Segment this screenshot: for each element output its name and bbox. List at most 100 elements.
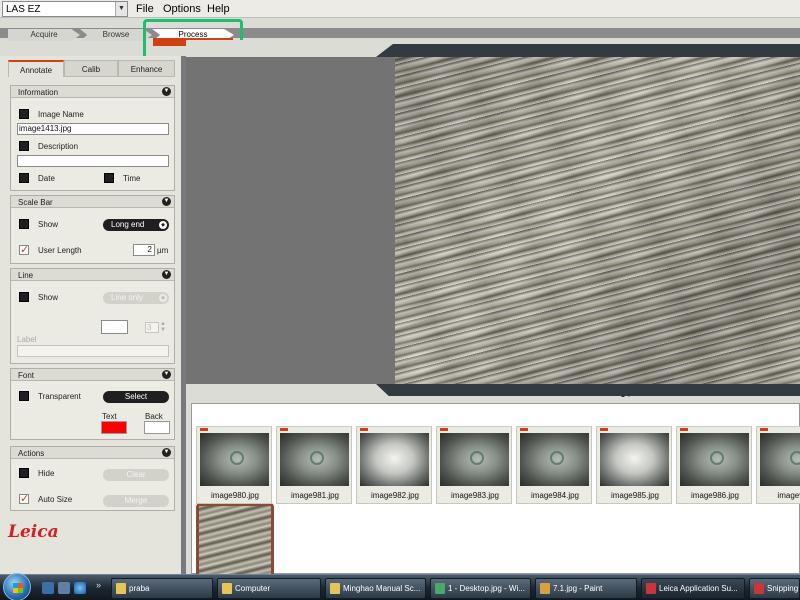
selected-thumbnail[interactable] [196, 503, 274, 575]
specimen-mark [790, 451, 800, 465]
line-width-field[interactable]: 3 [145, 322, 159, 333]
line-color-swatch[interactable] [101, 320, 128, 334]
thumbnail-item[interactable]: image984.jpg [516, 426, 592, 504]
merge-button[interactable]: Merge [103, 495, 169, 507]
image-viewer[interactable] [186, 57, 800, 384]
thumbnail-image[interactable] [280, 433, 349, 486]
select-font-button[interactable]: Select [103, 391, 169, 403]
start-button[interactable] [3, 573, 31, 600]
thumbnail-image[interactable] [360, 433, 429, 486]
line-show-label: Show [38, 293, 59, 302]
photo-viewer-icon [435, 583, 445, 594]
image-name-checkbox[interactable] [19, 109, 29, 119]
menu-file[interactable]: File [136, 3, 154, 15]
thumbnail-strip[interactable]: image980.jpg image981.jpg image982.jpg imag… [191, 403, 800, 575]
tab-annotate[interactable]: Annotate [8, 60, 64, 77]
quick-launch-chevron-icon[interactable]: » [96, 580, 101, 590]
taskbar-button[interactable]: Leica Application Su... [641, 578, 745, 599]
tab-enhance[interactable]: Enhance [118, 60, 175, 77]
back-color-swatch[interactable] [144, 421, 170, 434]
thumbnail-image[interactable] [520, 433, 589, 486]
thumbnail-item[interactable]: image983.jpg [436, 426, 512, 504]
thumbnail-item[interactable]: image986.jpg [676, 426, 752, 504]
date-checkbox[interactable] [19, 173, 29, 183]
taskbar-button[interactable]: Minghao Manual Sc... [325, 578, 426, 599]
taskbar-button[interactable]: 1 - Desktop.jpg - Wi... [430, 578, 531, 599]
thumbnail-image[interactable] [200, 433, 269, 486]
folder-icon [222, 583, 232, 594]
collapse-icon[interactable]: ▼ [162, 270, 171, 279]
font-title: Font [18, 371, 35, 380]
chevron-down-icon[interactable]: ▼ [115, 2, 127, 16]
thumbnail-image[interactable] [680, 433, 749, 486]
taskbar-button[interactable]: Snipping [749, 578, 800, 599]
thumbnail-item[interactable]: image987 [756, 426, 800, 504]
line-show-checkbox[interactable] [19, 292, 29, 302]
thumbnail-item[interactable]: image981.jpg [276, 426, 352, 504]
hide-checkbox[interactable] [19, 468, 29, 478]
actions-header[interactable]: Actions ▼ [11, 447, 174, 459]
scale-bar-header[interactable]: Scale Bar ▼ [11, 196, 174, 208]
information-header[interactable]: Information ▼ [11, 86, 174, 98]
line-label-caption: Label [17, 335, 37, 344]
user-length-label: User Length [38, 246, 82, 255]
thumbnail-item[interactable]: image980.jpg [196, 426, 272, 504]
scale-bar-style-select[interactable]: Long end ◆ [103, 219, 169, 231]
scale-bar-title: Scale Bar [18, 198, 53, 207]
show-desktop-icon[interactable] [42, 582, 54, 594]
line-header[interactable]: Line ▼ [11, 269, 174, 281]
viewer-bottom-bar: ▲▼ [186, 384, 800, 399]
time-label: Time [123, 174, 141, 183]
description-checkbox[interactable] [19, 141, 29, 151]
collapse-icon[interactable]: ▼ [162, 197, 171, 206]
tab-acquire[interactable]: Acquire [8, 29, 80, 41]
hide-label: Hide [38, 469, 55, 478]
taskbar-button[interactable]: Computer [217, 578, 321, 599]
font-section: Font ▼ Transparent Select Text Back [10, 368, 175, 440]
user-length-field[interactable]: 2 [133, 244, 155, 256]
line-width-stepper[interactable]: ▲ ▼ [160, 321, 166, 333]
tab-calib[interactable]: Calib [64, 60, 118, 77]
internet-explorer-icon[interactable] [74, 582, 86, 594]
text-color-swatch[interactable] [101, 421, 127, 434]
left-panel: Annotate Calib Enhance Information ▼ Ima… [0, 56, 181, 574]
taskbar-button[interactable]: 7.1.jpg - Paint [535, 578, 637, 599]
font-header[interactable]: Font ▼ [11, 369, 174, 381]
thumbnail-image[interactable] [440, 433, 509, 486]
menu-options[interactable]: Options [163, 3, 201, 15]
line-label-field[interactable] [17, 345, 169, 357]
thumbnail-gallery: image980.jpg image981.jpg image982.jpg imag… [186, 398, 800, 575]
thumbnail-tag [680, 428, 688, 431]
description-field[interactable] [17, 155, 169, 167]
microscope-image[interactable] [395, 57, 800, 384]
auto-size-checkbox[interactable] [19, 492, 29, 505]
switch-windows-icon[interactable] [58, 582, 70, 594]
thumbnail-name: image985.jpg [610, 491, 660, 500]
collapse-icon[interactable]: ▼ [162, 87, 171, 96]
app-selector[interactable]: LAS EZ ▼ [2, 1, 128, 17]
time-checkbox[interactable] [104, 173, 114, 183]
actions-section: Actions ▼ Hide Clear Auto Size Merge [10, 446, 175, 511]
thumbnail-item[interactable]: image982.jpg [356, 426, 432, 504]
back-color-label: Back [145, 412, 163, 421]
collapse-icon[interactable]: ▼ [162, 448, 171, 457]
thumbnail-image[interactable] [600, 433, 669, 486]
tab-browse[interactable]: Browse [80, 29, 152, 41]
thumbnail-item[interactable]: image985.jpg [596, 426, 672, 504]
user-length-checkbox[interactable] [19, 243, 29, 256]
line-title: Line [18, 271, 34, 280]
collapse-icon[interactable]: ▼ [162, 370, 171, 379]
scale-bar-show-checkbox[interactable] [19, 219, 29, 229]
specimen-mark [310, 451, 324, 465]
taskbar-button[interactable]: praba [111, 578, 213, 599]
image-name-field[interactable]: image1413.jpg [17, 123, 169, 135]
transparent-checkbox[interactable] [19, 391, 29, 401]
line-style-select[interactable]: Line only ◆ [103, 292, 169, 304]
thumbnail-name: image980.jpg [210, 491, 260, 500]
specimen-mark [230, 451, 244, 465]
menu-help[interactable]: Help [207, 3, 230, 15]
clear-button[interactable]: Clear [103, 469, 169, 481]
taskbar-button-label: 1 - Desktop.jpg - Wi... [448, 584, 525, 593]
thumbnail-image[interactable] [760, 433, 800, 486]
line-style-value: Line only [111, 293, 144, 302]
